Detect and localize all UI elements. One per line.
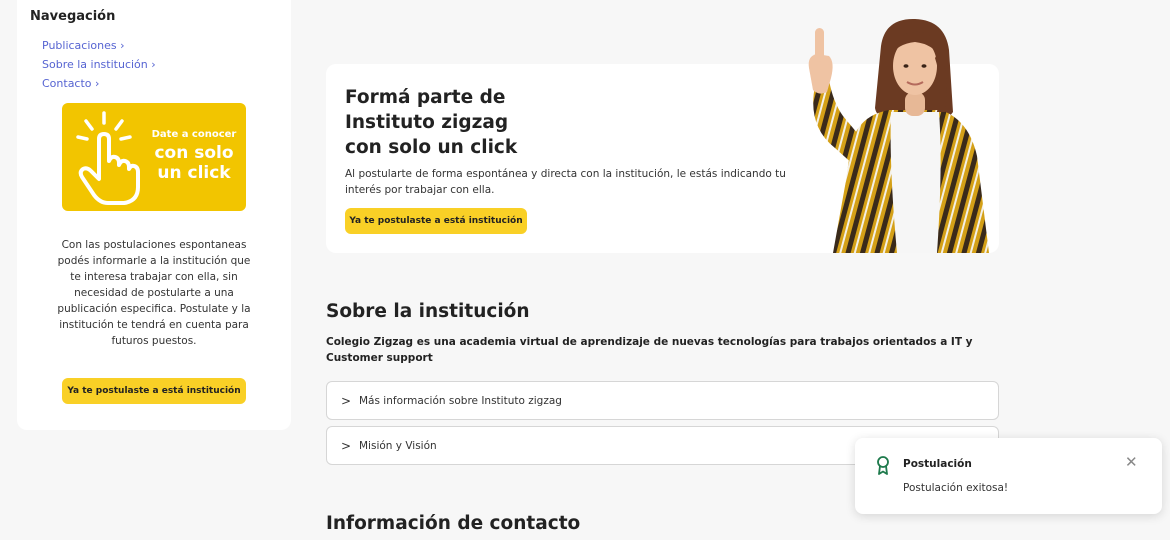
promo-text-line1: Date a conocer	[151, 129, 237, 140]
accordion-label: Más información sobre Instituto zigzag	[359, 395, 562, 407]
about-description: Colegio Zigzag es una academia virtual d…	[326, 336, 973, 364]
hero-title-line: con solo un click	[345, 137, 518, 158]
toast-notification: Postulación Postulación exitosa! ✕	[855, 438, 1162, 514]
nav-link-contacto[interactable]: Contacto ›	[42, 74, 156, 93]
toast-title: Postulación	[903, 458, 972, 470]
pointing-hand-icon	[76, 111, 140, 205]
toast-message: Postulación exitosa!	[903, 482, 1009, 494]
promo-banner: Date a conocer con solo un click	[62, 103, 246, 211]
sidebar-apply-button[interactable]: Ya te postulaste a está institución	[62, 378, 246, 404]
close-icon[interactable]: ✕	[1125, 453, 1138, 471]
sidebar: Navegación Publicaciones › Sobre la inst…	[17, 0, 291, 430]
woman-pointing-image	[808, 18, 989, 253]
nav-title: Navegación	[30, 9, 116, 24]
sidebar-description: Con las postulaciones espontaneas podés …	[57, 239, 251, 347]
hero-description: Al postularte de forma espontánea y dire…	[345, 168, 786, 196]
nav-link-sobre-institucion[interactable]: Sobre la institución ›	[42, 55, 156, 74]
contact-title: Información de contacto	[326, 513, 581, 534]
chevron-right-icon: >	[341, 439, 352, 453]
nav-list: Publicaciones › Sobre la institución › C…	[42, 36, 156, 93]
hero-title-line: Formá parte de	[345, 87, 506, 108]
promo-text-line3: un click	[157, 163, 231, 183]
accordion-more-info[interactable]: > Más información sobre Instituto zigzag	[326, 381, 999, 420]
accordion-label: Misión y Visión	[359, 440, 437, 452]
nav-link-publicaciones[interactable]: Publicaciones ›	[42, 36, 156, 55]
promo-text-line2: con solo	[154, 143, 234, 163]
about-title: Sobre la institución	[326, 301, 530, 322]
chevron-right-icon: >	[341, 394, 352, 408]
hero-apply-button[interactable]: Ya te postulaste a está institución	[345, 208, 527, 234]
award-icon	[877, 456, 889, 475]
hero-title-line: Instituto zigzag	[345, 112, 509, 133]
hero-title: Formá parte de Instituto zigzag con solo…	[345, 85, 605, 160]
